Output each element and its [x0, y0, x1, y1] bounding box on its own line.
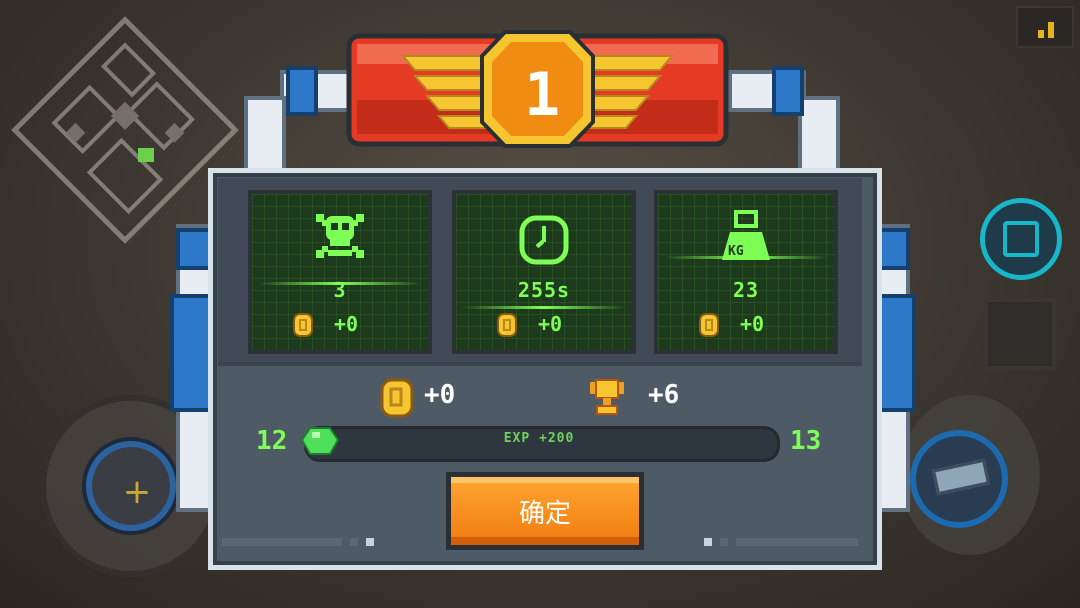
stat-card-kills: 3 +0	[248, 190, 432, 354]
rank-number: 1	[523, 60, 561, 130]
trophy-reward: +6	[648, 380, 680, 410]
stat-card-time: 255s +0	[452, 190, 636, 354]
time-reward: +0	[538, 312, 563, 336]
clock-icon	[519, 215, 569, 265]
stat-card-weight: KG 23 +0	[654, 190, 838, 354]
trophy-icon	[590, 379, 624, 415]
skull-icon	[316, 214, 364, 258]
level-next: 13	[790, 426, 822, 456]
frame-bracket	[286, 66, 318, 116]
weight-value: 23	[732, 278, 760, 302]
player-marker	[138, 148, 154, 162]
total-coins-reward: +0	[424, 380, 456, 410]
coin-icon	[293, 313, 313, 337]
frame-bracket	[176, 228, 212, 270]
coin-icon	[699, 313, 719, 337]
weight-reward: +0	[740, 312, 765, 336]
coin-icon	[380, 378, 414, 418]
exp-label: EXP +200	[503, 431, 575, 446]
weapon-button[interactable]	[910, 430, 1008, 528]
kills-value: 3	[333, 278, 347, 302]
level-current: 12	[256, 426, 288, 456]
time-value: 255s	[517, 278, 571, 302]
coin-icon	[497, 313, 517, 337]
signal-bars-icon	[1016, 6, 1074, 48]
divider	[218, 362, 862, 366]
crosshair-icon[interactable]	[980, 198, 1062, 280]
frame-bracket	[772, 66, 804, 116]
kills-reward: +0	[334, 312, 359, 336]
minimap[interactable]	[10, 10, 240, 250]
panel-bottom-trim	[222, 534, 858, 550]
gun-icon	[931, 458, 991, 496]
plus-icon: +	[122, 472, 152, 512]
skill-slot[interactable]	[984, 298, 1056, 370]
weight-icon	[722, 210, 770, 260]
